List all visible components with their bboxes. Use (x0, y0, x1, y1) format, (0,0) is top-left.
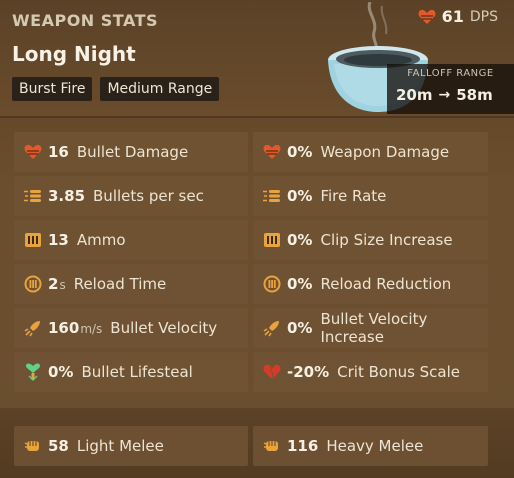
ammo-icon (24, 231, 42, 249)
reload-icon (24, 275, 42, 293)
stat-bullet-lifesteal[interactable]: 0% Bullet Lifesteal (14, 352, 248, 392)
stat-crit-bonus-scale[interactable]: -20% Crit Bonus Scale (253, 352, 488, 392)
weapon-name: Long Night (12, 42, 136, 66)
stat-label: Weapon Damage (320, 143, 450, 161)
reload-icon (263, 275, 281, 293)
velocity-icon (24, 319, 42, 337)
falloff-from: 20m (396, 86, 433, 104)
stat-label: Bullet Velocity (110, 319, 218, 337)
heart-icon (24, 143, 42, 161)
stat-value: 13 (48, 231, 69, 249)
stat-ammo[interactable]: 13 Ammo (14, 220, 248, 260)
stat-value: 0% (287, 319, 313, 337)
stat-value: 0% (287, 187, 313, 205)
stat-light-melee[interactable]: 58 Light Melee (14, 426, 248, 466)
stat-value: 160m/s (48, 319, 103, 337)
stat-label: Fire Rate (320, 187, 387, 205)
stat-unit: s (59, 278, 66, 292)
stat-clip-size-increase[interactable]: 0% Clip Size Increase (253, 220, 488, 260)
stat-value: 116 (287, 437, 319, 455)
stat-bullet-damage[interactable]: 16 Bullet Damage (14, 132, 248, 172)
dps-value: 61 (441, 7, 464, 26)
heart-icon (418, 9, 436, 24)
weapon-tags: Burst Fire Medium Range (12, 77, 220, 101)
falloff-range: FALLOFF RANGE 20m → 58m (387, 64, 514, 114)
stat-value: 0% (287, 275, 313, 293)
velocity-icon (263, 319, 281, 337)
weapon-header: WEAPON STATS Long Night Burst Fire Mediu… (0, 0, 514, 116)
arrow-right-icon: → (438, 87, 451, 103)
stat-label: Light Melee (76, 437, 164, 455)
stat-label: Bullet Damage (76, 143, 189, 161)
stat-weapon-damage[interactable]: 0% Weapon Damage (253, 132, 488, 172)
stat-label: Crit Bonus Scale (337, 363, 461, 381)
stat-value: 0% (287, 231, 313, 249)
stat-unit: m/s (80, 322, 103, 336)
stat-bullet-velocity[interactable]: 160m/s Bullet Velocity (14, 308, 248, 348)
stat-value: 0% (287, 143, 313, 161)
ammo-icon (263, 231, 281, 249)
tag-fire-mode: Burst Fire (12, 77, 93, 101)
stat-value: 2s (48, 275, 66, 293)
heart-icon (263, 143, 281, 161)
stat-label: Reload Time (73, 275, 167, 293)
stat-heavy-melee[interactable]: 116 Heavy Melee (253, 426, 488, 466)
stat-value: 16 (48, 143, 69, 161)
tag-range: Medium Range (100, 77, 220, 101)
stat-label: Bullet Velocity Increase (320, 310, 428, 346)
bullets-icon (263, 187, 281, 205)
stat-value: -20% (287, 363, 330, 381)
falloff-label: FALLOFF RANGE (407, 68, 494, 79)
stat-label: Heavy Melee (326, 437, 424, 455)
broken-heart-icon (263, 363, 281, 381)
stat-fire-rate[interactable]: 0% Fire Rate (253, 176, 488, 216)
panel-title: WEAPON STATS (12, 11, 159, 30)
falloff-to: 58m (456, 86, 493, 104)
bullets-icon (24, 187, 42, 205)
stat-label: Bullets per sec (93, 187, 204, 205)
stat-label: Clip Size Increase (320, 231, 453, 249)
stat-reload-reduction[interactable]: 0% Reload Reduction (253, 264, 488, 304)
stat-value: 58 (48, 437, 69, 455)
fist-icon (263, 437, 281, 455)
stat-bullets-per-sec[interactable]: 3.85 Bullets per sec (14, 176, 248, 216)
stat-reload-time[interactable]: 2s Reload Time (14, 264, 248, 304)
falloff-values: 20m → 58m (396, 86, 493, 104)
stat-label: Reload Reduction (320, 275, 452, 293)
stat-value: 0% (48, 363, 74, 381)
lifesteal-icon (24, 363, 42, 381)
weapon-stats-panel: WEAPON STATS Long Night Burst Fire Mediu… (0, 0, 514, 478)
stat-label: Ammo (76, 231, 126, 249)
stat-value: 3.85 (48, 187, 86, 205)
fist-icon (24, 437, 42, 455)
header-divider (0, 116, 514, 118)
stat-label: Bullet Lifesteal (81, 363, 193, 381)
dps-readout: 61 DPS (418, 7, 498, 26)
stat-bullet-velocity-increase[interactable]: 0% Bullet Velocity Increase (253, 308, 488, 348)
dps-unit: DPS (469, 8, 498, 25)
